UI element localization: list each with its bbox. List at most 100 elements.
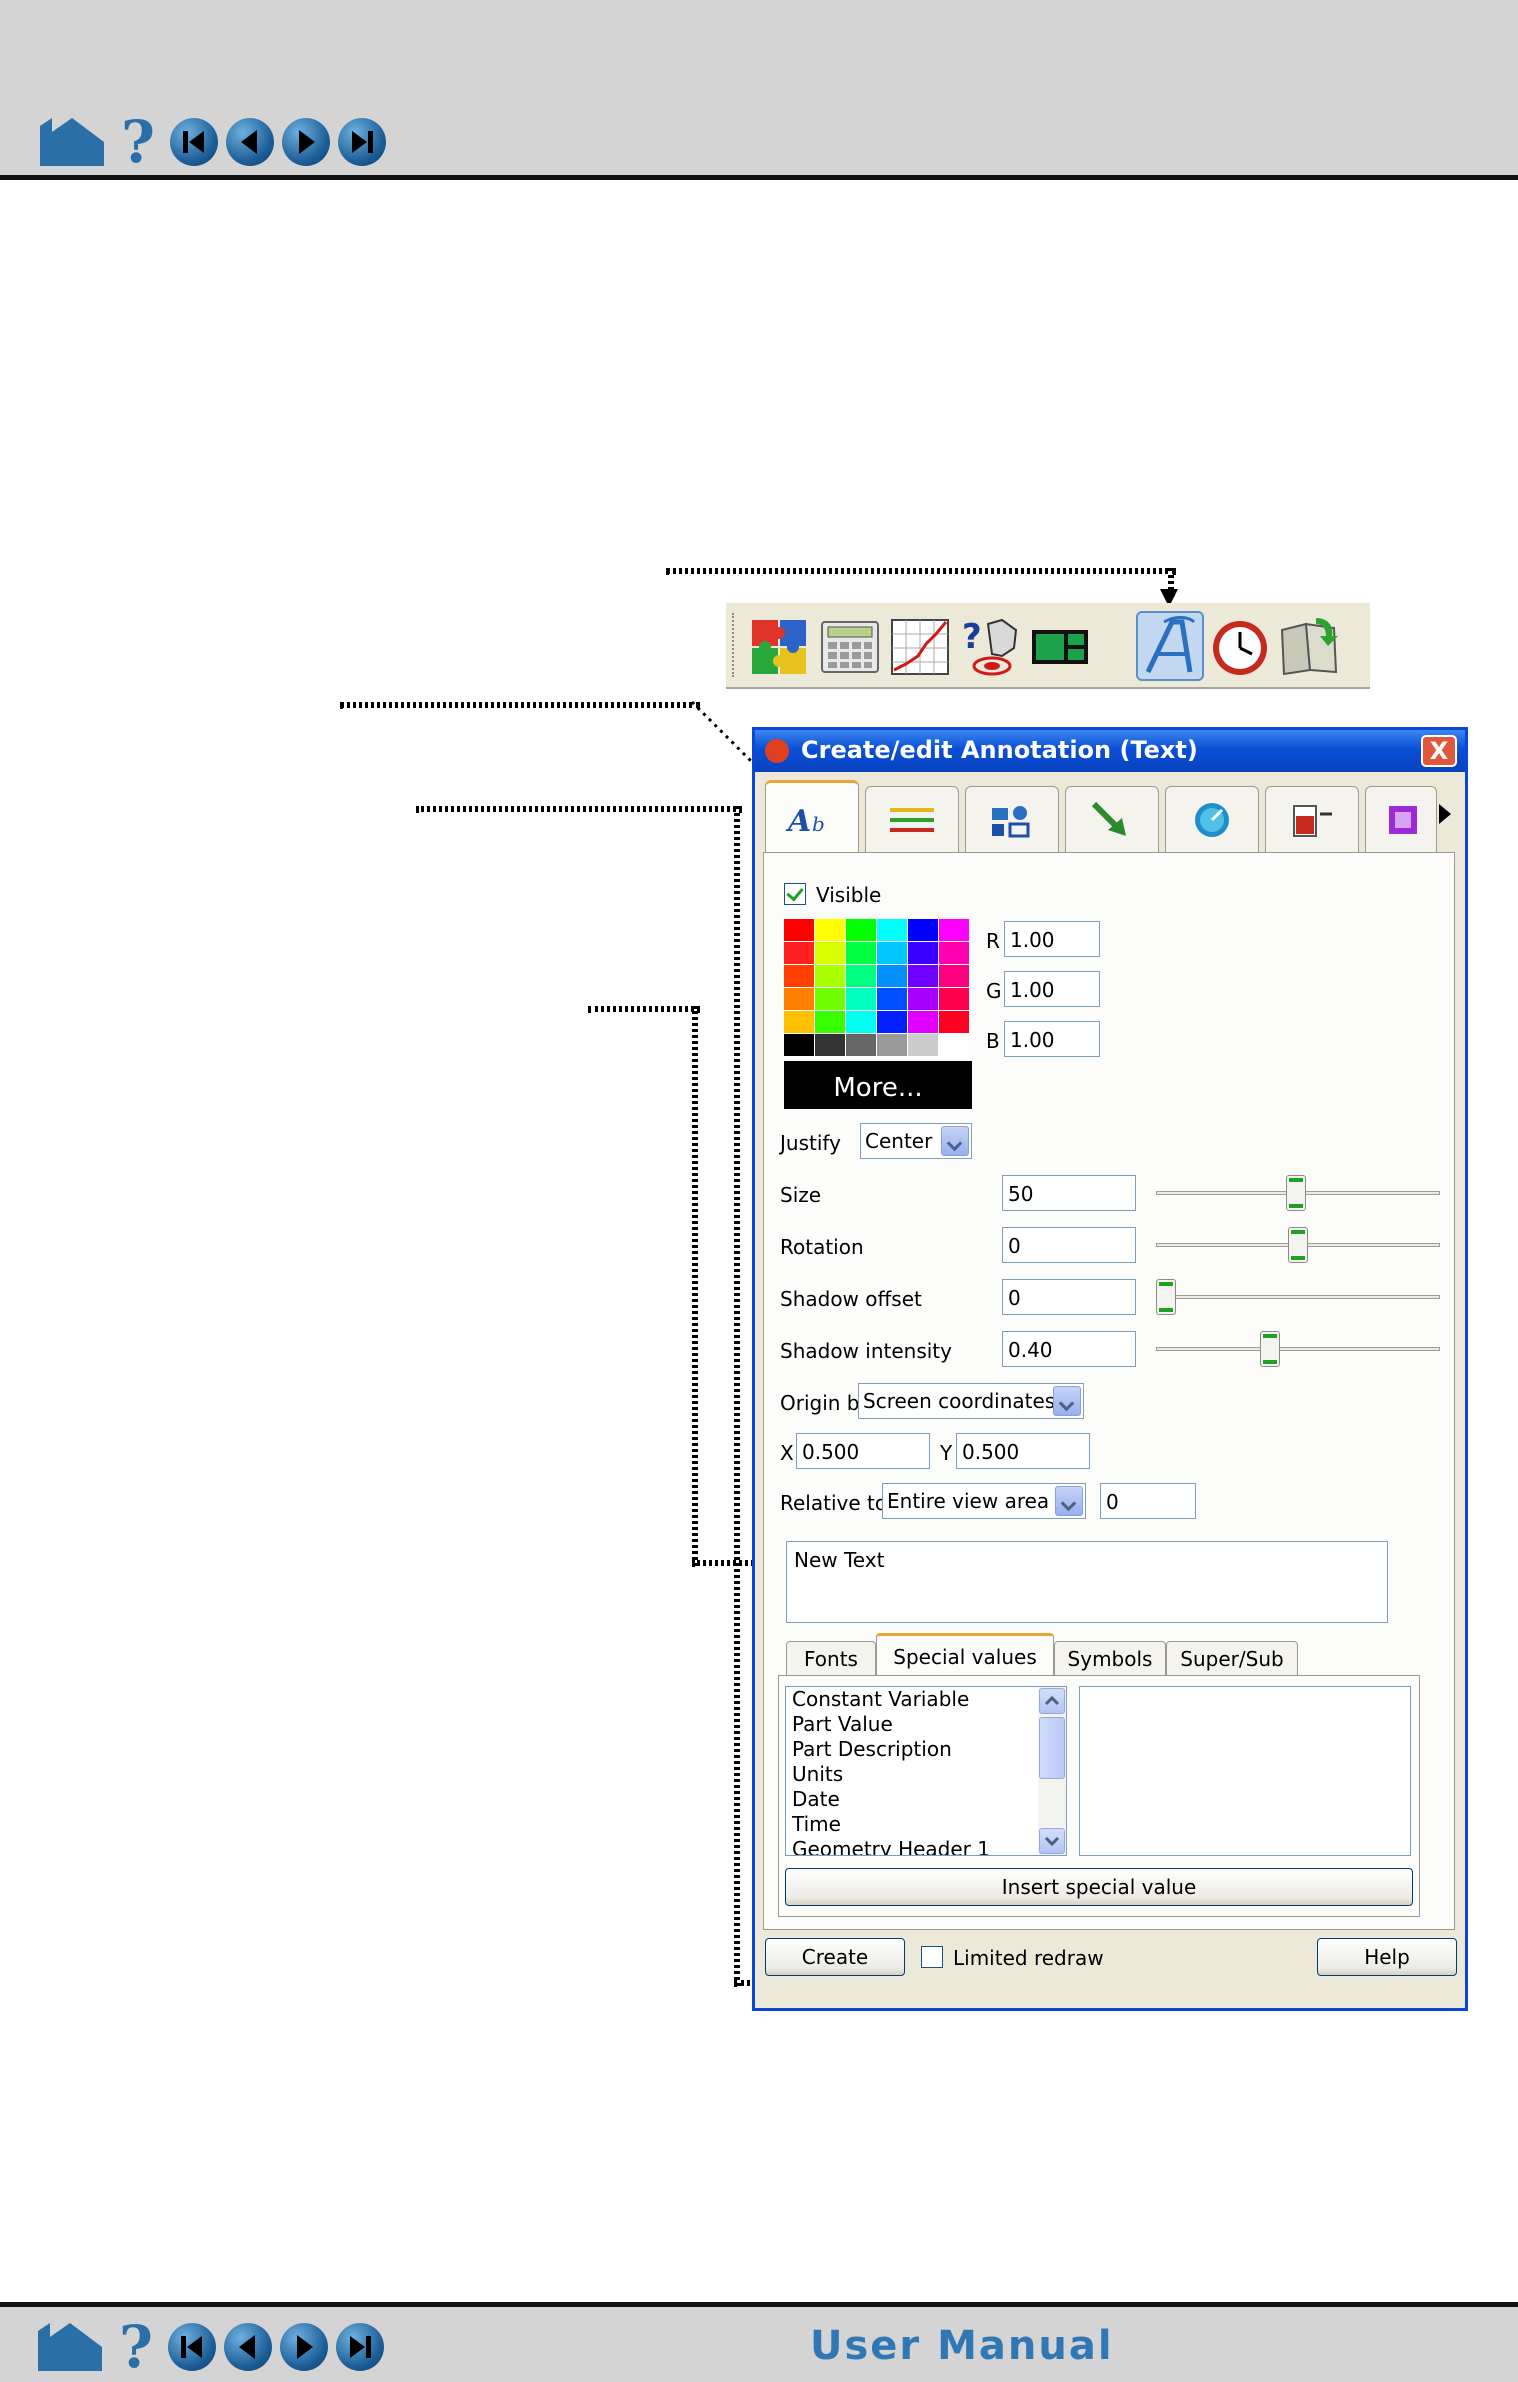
- color-swatch[interactable]: [846, 942, 876, 964]
- color-swatch[interactable]: [908, 1011, 938, 1033]
- list-item[interactable]: Time: [786, 1812, 1066, 1837]
- annotation-icon[interactable]: [1136, 611, 1204, 681]
- scroll-down-icon[interactable]: [1039, 1828, 1065, 1854]
- visible-checkbox[interactable]: [784, 883, 806, 905]
- home-icon[interactable]: [36, 2321, 104, 2373]
- help-button[interactable]: Help: [1317, 1938, 1457, 1976]
- scroll-thumb[interactable]: [1039, 1717, 1065, 1779]
- color-swatch[interactable]: [815, 988, 845, 1010]
- parts-icon[interactable]: [746, 611, 814, 681]
- size-input[interactable]: 50: [1002, 1175, 1136, 1211]
- limited-redraw-checkbox[interactable]: [921, 1946, 943, 1968]
- tab-dials[interactable]: [1165, 786, 1259, 852]
- list-item[interactable]: Geometry Header 1: [786, 1837, 1066, 1855]
- tab-logos[interactable]: [965, 786, 1059, 852]
- more-colors-button[interactable]: More...: [784, 1061, 972, 1109]
- shadow-offset-slider-thumb[interactable]: [1156, 1279, 1176, 1315]
- color-swatch[interactable]: [877, 988, 907, 1010]
- rotation-input[interactable]: 0: [1002, 1227, 1136, 1263]
- color-swatch[interactable]: [939, 942, 969, 964]
- help-icon[interactable]: ?: [114, 113, 162, 171]
- shadow-intensity-slider[interactable]: [1156, 1347, 1440, 1351]
- relative-to-select[interactable]: Entire view area: [882, 1483, 1086, 1519]
- shadow-intensity-input[interactable]: 0.40: [1002, 1331, 1136, 1367]
- list-item[interactable]: Constant Variable: [786, 1687, 1066, 1712]
- color-swatch[interactable]: [908, 965, 938, 987]
- annotation-text-input[interactable]: New Text: [786, 1541, 1388, 1623]
- color-swatch[interactable]: [846, 1034, 876, 1056]
- green-input[interactable]: 1.00: [1004, 971, 1100, 1007]
- tab-text[interactable]: A b: [765, 780, 859, 854]
- tab-super-sub[interactable]: Super/Sub: [1166, 1641, 1298, 1675]
- list-item[interactable]: Part Description: [786, 1737, 1066, 1762]
- chevron-down-icon[interactable]: [941, 1126, 969, 1156]
- color-swatch[interactable]: [877, 1011, 907, 1033]
- calculator-icon[interactable]: [816, 611, 884, 681]
- tab-lines[interactable]: [865, 786, 959, 852]
- tab-scroll-right-icon[interactable]: [1439, 804, 1451, 824]
- color-swatch[interactable]: [846, 965, 876, 987]
- color-swatch[interactable]: [939, 988, 969, 1010]
- last-page-icon[interactable]: [338, 118, 386, 166]
- color-swatch[interactable]: [815, 942, 845, 964]
- tab-fonts[interactable]: Fonts: [786, 1641, 876, 1675]
- insert-special-value-button[interactable]: Insert special value: [785, 1868, 1413, 1906]
- next-page-icon[interactable]: [282, 118, 330, 166]
- dialog-title-bar[interactable]: Create/edit Annotation (Text) X: [755, 730, 1465, 772]
- previous-page-icon[interactable]: [224, 2323, 272, 2371]
- tab-gauges[interactable]: [1265, 786, 1359, 852]
- color-swatch[interactable]: [815, 1011, 845, 1033]
- color-swatch[interactable]: [784, 919, 814, 941]
- tab-arrows[interactable]: [1065, 786, 1159, 852]
- tab-symbols[interactable]: Symbols: [1054, 1641, 1166, 1675]
- color-swatch[interactable]: [908, 1034, 938, 1056]
- color-swatch[interactable]: [846, 1011, 876, 1033]
- plotter-icon[interactable]: [886, 611, 954, 681]
- color-swatch[interactable]: [877, 1034, 907, 1056]
- color-swatch[interactable]: [815, 919, 845, 941]
- color-swatch[interactable]: [908, 919, 938, 941]
- next-page-icon[interactable]: [280, 2323, 328, 2371]
- color-swatch[interactable]: [784, 965, 814, 987]
- color-swatch[interactable]: [908, 988, 938, 1010]
- list-item[interactable]: Units: [786, 1762, 1066, 1787]
- color-swatch[interactable]: [939, 919, 969, 941]
- color-swatch[interactable]: [939, 1011, 969, 1033]
- origin-select[interactable]: Screen coordinates: [858, 1383, 1084, 1419]
- color-palette[interactable]: More...: [784, 919, 972, 1111]
- previous-page-icon[interactable]: [226, 118, 274, 166]
- close-button[interactable]: X: [1421, 735, 1457, 767]
- home-icon[interactable]: [38, 116, 106, 168]
- color-swatch[interactable]: [877, 965, 907, 987]
- last-page-icon[interactable]: [336, 2323, 384, 2371]
- color-swatch[interactable]: [939, 965, 969, 987]
- solution-time-icon[interactable]: [1206, 611, 1274, 681]
- color-swatch[interactable]: [784, 1011, 814, 1033]
- relative-to-input[interactable]: 0: [1100, 1483, 1196, 1519]
- chevron-down-icon[interactable]: [1055, 1486, 1083, 1516]
- query-icon[interactable]: ?: [956, 611, 1024, 681]
- color-swatch[interactable]: [877, 942, 907, 964]
- list-scrollbar[interactable]: [1038, 1687, 1066, 1855]
- viewports-icon[interactable]: [1026, 611, 1094, 681]
- x-input[interactable]: 0.500: [796, 1433, 930, 1469]
- toolbar-grip[interactable]: [732, 613, 738, 677]
- rotation-slider-thumb[interactable]: [1288, 1227, 1308, 1263]
- special-values-list[interactable]: Constant Variable Part Value Part Descri…: [785, 1686, 1067, 1856]
- create-button[interactable]: Create: [765, 1938, 905, 1976]
- first-page-icon[interactable]: [170, 118, 218, 166]
- tab-shapes[interactable]: [1365, 786, 1437, 852]
- list-item[interactable]: Date: [786, 1787, 1066, 1812]
- red-input[interactable]: 1.00: [1004, 921, 1100, 957]
- color-swatch[interactable]: [846, 988, 876, 1010]
- size-slider-thumb[interactable]: [1286, 1175, 1306, 1211]
- chevron-down-icon[interactable]: [1053, 1386, 1081, 1416]
- y-input[interactable]: 0.500: [956, 1433, 1090, 1469]
- scroll-up-icon[interactable]: [1039, 1688, 1065, 1714]
- color-swatch[interactable]: [877, 919, 907, 941]
- help-icon[interactable]: ?: [112, 2318, 160, 2376]
- tab-special-values[interactable]: Special values: [876, 1633, 1054, 1675]
- color-swatch[interactable]: [784, 1034, 814, 1056]
- color-swatch[interactable]: [784, 988, 814, 1010]
- color-swatch[interactable]: [939, 1034, 969, 1056]
